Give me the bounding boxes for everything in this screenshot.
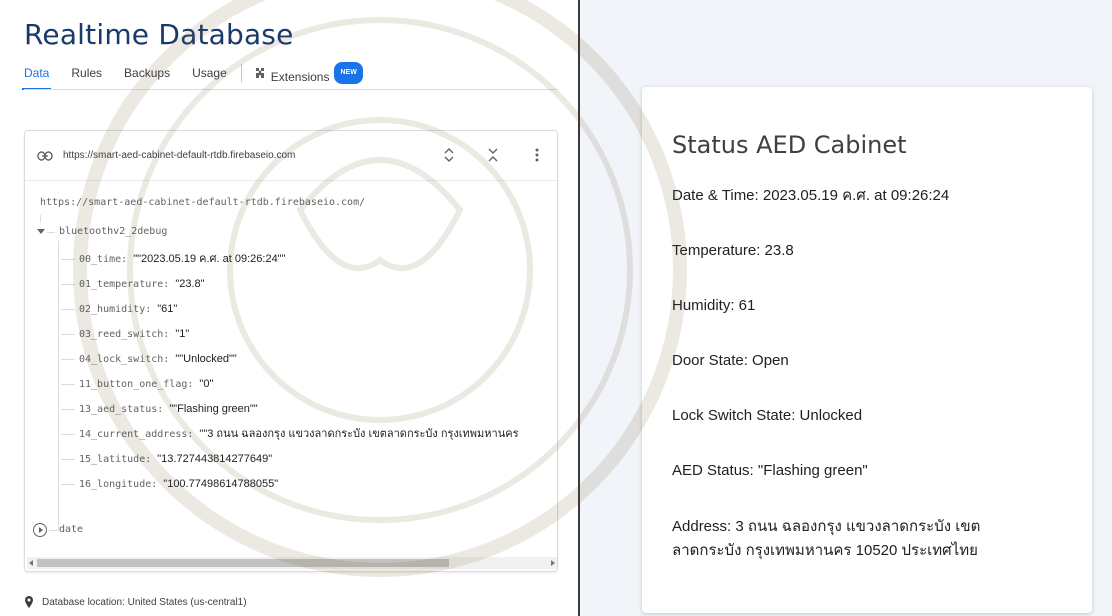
expand-node-icon[interactable] xyxy=(33,523,47,537)
tab-data[interactable]: Data xyxy=(21,64,52,90)
url-actions xyxy=(439,143,547,167)
link-icon xyxy=(37,150,53,161)
new-badge: NEW xyxy=(334,62,363,84)
tree-row[interactable]: 01_temperature: "23.8" xyxy=(79,275,205,293)
collapse-all-icon[interactable] xyxy=(483,143,503,167)
tab-extensions[interactable]: Extensions NEW xyxy=(254,62,363,90)
status-address-line-1: Address: 3 ถนน ฉลองกรุง แขวงลาดกระบัง เข… xyxy=(672,518,981,535)
tree-row[interactable]: 11_button_one_flag: "0" xyxy=(79,375,213,393)
tree-line xyxy=(61,384,75,385)
tab-separator xyxy=(240,64,242,82)
more-options-icon[interactable] xyxy=(527,143,547,167)
tree-row[interactable]: 16_longitude: "100.77498614788055" xyxy=(79,475,278,493)
tab-rules[interactable]: Rules xyxy=(71,64,102,90)
tree-line xyxy=(61,484,75,485)
status-address-line-2: ลาดกระบัง กรุงเทพมหานคร 10520 ประเทศไทย xyxy=(672,542,978,559)
tree-line xyxy=(49,530,57,531)
database-viewer: https://smart-aed-cabinet-default-rtdb.f… xyxy=(24,130,558,572)
tab-usage[interactable]: Usage xyxy=(192,64,227,90)
status-temperature: Temperature: 23.8 xyxy=(672,242,794,259)
tabs-divider xyxy=(24,89,558,90)
tree-line xyxy=(61,309,75,310)
tree-line xyxy=(61,284,75,285)
scrollbar-thumb[interactable] xyxy=(37,559,449,567)
extensions-label: Extensions xyxy=(270,70,330,84)
tree-row[interactable]: 13_aed_status: ""Flashing green"" xyxy=(79,400,258,418)
status-card: Status AED Cabinet Date & Time: 2023.05.… xyxy=(642,87,1092,613)
status-door-state: Door State: Open xyxy=(672,352,789,369)
collapse-node-icon[interactable] xyxy=(37,229,45,234)
node-date[interactable]: date xyxy=(59,521,83,539)
tree-line xyxy=(61,359,75,360)
root-url[interactable]: https://smart-aed-cabinet-default-rtdb.f… xyxy=(40,197,365,208)
tab-bar: Data Rules Backups Usage Extensions NEW xyxy=(21,62,363,90)
extensions-icon xyxy=(255,68,264,78)
status-app-panel: Status AED Cabinet Date & Time: 2023.05.… xyxy=(580,0,1112,616)
page-title: Realtime Database xyxy=(24,18,294,51)
scroll-left-icon[interactable] xyxy=(29,560,33,566)
status-humidity: Humidity: 61 xyxy=(672,297,756,314)
status-aed-status: AED Status: "Flashing green" xyxy=(672,462,868,479)
database-location: Database location: United States (us-cen… xyxy=(24,596,247,608)
tree-row[interactable]: 03_reed_switch: "1" xyxy=(79,325,189,343)
tree-row[interactable]: 14_current_address: ""3 ถนน ฉลองกรุง แขว… xyxy=(79,425,557,443)
tree-line xyxy=(61,259,75,260)
tree-row[interactable]: 15_latitude: "13.727443814277649" xyxy=(79,450,272,468)
tree-row[interactable]: 00_time: ""2023.05.19 ค.ศ. at 09:26:24"" xyxy=(79,250,286,268)
tree-line xyxy=(61,409,75,410)
status-date-time: Date & Time: 2023.05.19 ค.ศ. at 09:26:24 xyxy=(672,187,950,204)
tree-line xyxy=(61,459,75,460)
tree-line xyxy=(61,434,75,435)
database-url-bar: https://smart-aed-cabinet-default-rtdb.f… xyxy=(25,131,557,181)
tree-row[interactable]: 02_humidity: "61" xyxy=(79,300,177,318)
tab-backups[interactable]: Backups xyxy=(124,64,170,90)
node-bluetoothv2-2debug[interactable]: bluetoothv2_2debug xyxy=(59,223,167,241)
status-title: Status AED Cabinet xyxy=(672,131,907,159)
expand-all-icon[interactable] xyxy=(439,143,459,167)
tree-row[interactable]: 04_lock_switch: ""Unlocked"" xyxy=(79,350,237,368)
tree-line xyxy=(47,232,55,233)
database-url-text[interactable]: https://smart-aed-cabinet-default-rtdb.f… xyxy=(63,150,295,161)
database-location-text: Database location: United States (us-cen… xyxy=(42,596,247,608)
horizontal-scrollbar[interactable] xyxy=(27,557,557,569)
tree-line xyxy=(61,334,75,335)
firebase-console-panel: Realtime Database Data Rules Backups Usa… xyxy=(0,0,578,616)
location-pin-icon xyxy=(25,596,33,608)
scroll-right-icon[interactable] xyxy=(551,560,555,566)
tree-line xyxy=(58,241,59,531)
status-lock-state: Lock Switch State: Unlocked xyxy=(672,407,863,424)
tree-line xyxy=(40,215,41,223)
